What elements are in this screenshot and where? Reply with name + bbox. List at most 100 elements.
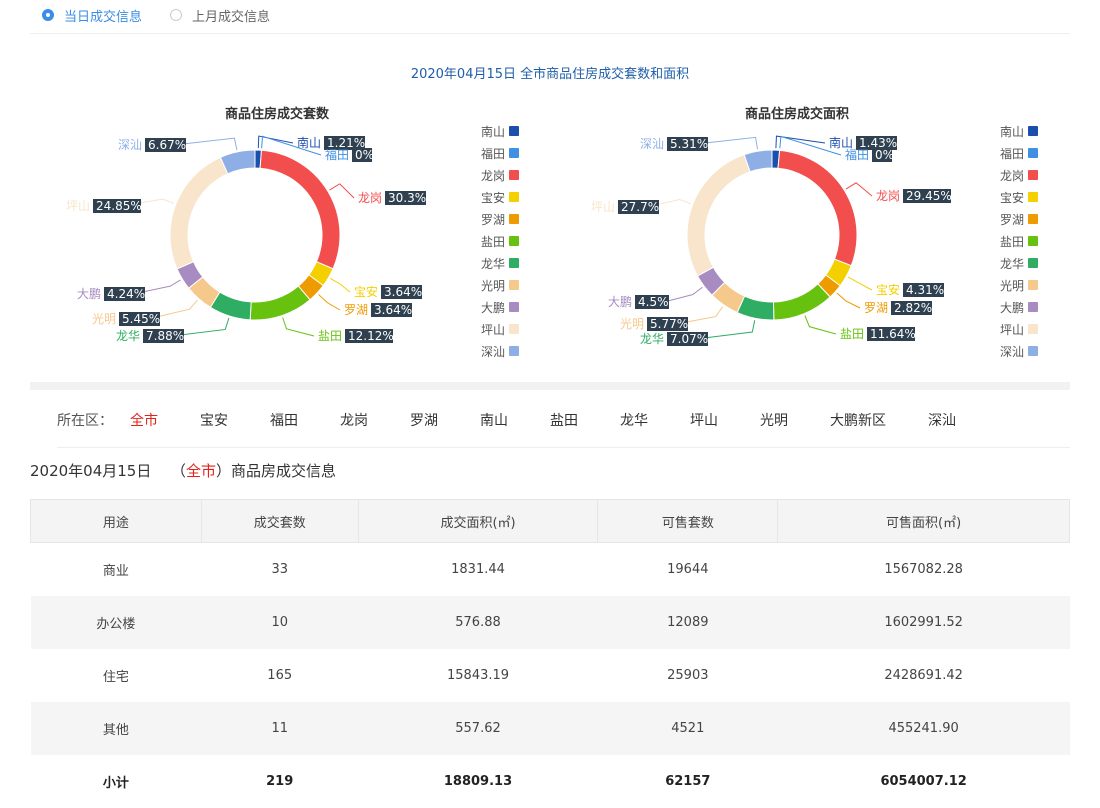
legend-item[interactable]: 龙华 (481, 257, 519, 271)
legend-item[interactable]: 龙岗 (481, 169, 519, 183)
legend-item[interactable]: 盐田 (1000, 235, 1038, 249)
legend-swatch (1028, 324, 1038, 334)
cell-deal-count: 165 (267, 668, 293, 683)
slice-label-value: 27.7% (621, 200, 659, 214)
legend-item[interactable]: 光明 (1000, 279, 1038, 293)
district-tab[interactable]: 光明 (760, 410, 788, 430)
slice-label: 坪山 27.7% (591, 200, 659, 214)
legend-item[interactable]: 南山 (1000, 124, 1038, 139)
slice-label-name: 光明 (620, 317, 644, 331)
slice-label-value: 4.5% (638, 295, 669, 309)
slice-label-name: 罗湖 (344, 302, 368, 317)
cell-avail-count: 12089 (597, 596, 778, 649)
radio-today[interactable]: 当日成交信息 (42, 6, 142, 25)
slice-label-name: 大鹏 (608, 295, 632, 309)
district-tab[interactable]: 坪山 (690, 410, 718, 430)
slice-label-value: 12.12% (348, 329, 394, 343)
donut-charts: 商品住房成交套数南山 1.21%福田 0%龙岗 30.3%宝安 3.64%罗湖 3.64%… (66, 106, 1038, 359)
radio-last-month-label: 上月成交信息 (192, 9, 271, 25)
cell-usage: 小计 (102, 776, 129, 791)
district-tab[interactable]: 全市 (130, 410, 158, 430)
legend-label: 罗湖 (481, 212, 505, 227)
legend-item[interactable]: 南山 (481, 124, 519, 139)
donut-slice[interactable] (249, 285, 311, 321)
slice-label-name: 盐田 (318, 329, 342, 343)
legend-swatch (509, 280, 519, 290)
donut-slice[interactable] (219, 149, 256, 175)
district-tabs: 全市 宝安 福田 龙岗 罗湖 南山 盐田 龙华 坪山 光明 大鹏新区 深汕 (130, 410, 1030, 430)
cell-deal-area: 15843.19 (447, 668, 510, 683)
radio-today-label: 当日成交信息 (64, 9, 143, 25)
legend-item[interactable]: 坪山 (481, 323, 519, 337)
legend-item[interactable]: 深汕 (481, 345, 519, 359)
legend-item[interactable]: 宝安 (1000, 190, 1038, 205)
legend-item[interactable]: 罗湖 (481, 212, 519, 227)
donut-slice[interactable] (772, 283, 831, 321)
legend-item[interactable]: 龙岗 (1000, 169, 1038, 183)
slice-label-value: 4.31% (906, 283, 944, 297)
table-title-date: 2020年04月15日 (30, 462, 152, 480)
slice-label-value: 3.64% (384, 285, 422, 299)
leader-line (836, 292, 861, 309)
legend-label: 光明 (481, 279, 505, 293)
cell-avail-count: 19644 (667, 562, 709, 577)
leader-line (318, 294, 341, 311)
legend-item[interactable]: 龙华 (1000, 257, 1038, 271)
legend-item[interactable]: 光明 (481, 279, 519, 293)
cell-avail-area: 6054007.12 (880, 774, 967, 789)
section-separator (30, 382, 1070, 390)
legend-item[interactable]: 深汕 (1000, 345, 1038, 359)
legend-swatch (509, 170, 519, 180)
district-tab[interactable]: 龙华 (620, 410, 648, 430)
legend-item[interactable]: 罗湖 (1000, 212, 1038, 227)
leader-line (329, 183, 355, 199)
legend-swatch (509, 346, 519, 356)
slice-label-value: 5.31% (670, 137, 708, 151)
legend-item[interactable]: 大鹏 (481, 301, 519, 315)
district-tab[interactable]: 宝安 (200, 410, 228, 430)
district-tab[interactable]: 龙岗 (340, 410, 368, 430)
legend-item[interactable]: 福田 (1000, 146, 1038, 161)
legend-label: 大鹏 (1000, 301, 1024, 315)
legend-item[interactable]: 福田 (481, 146, 519, 161)
district-tab[interactable]: 大鹏新区 (830, 410, 886, 430)
legend-item[interactable]: 盐田 (481, 235, 519, 249)
slice-label-name: 龙岗 (876, 189, 900, 203)
leader-line (257, 135, 294, 149)
legend-swatch (1028, 258, 1038, 268)
table-row: 办公楼 10 576.88 12089 1602991.52 (30, 596, 1070, 649)
donut-slice[interactable] (686, 154, 751, 277)
slice-label: 龙华 7.88% (116, 329, 184, 343)
cell-avail-area: 2428691.42 (884, 668, 963, 683)
legend-label: 龙岗 (1000, 169, 1024, 183)
cell-deal-area: 557.62 (358, 702, 598, 755)
district-tab[interactable]: 盐田 (550, 410, 578, 430)
slice-label-name: 盐田 (840, 327, 864, 341)
cell-deal-area: 1831.44 (451, 562, 505, 577)
district-tab[interactable]: 深汕 (928, 410, 956, 430)
slice-label-name: 坪山 (591, 200, 615, 214)
legend-swatch (509, 236, 519, 246)
table-total-row: 小计 219 18809.13 62157 6054007.12 (31, 755, 1070, 808)
district-tab[interactable]: 南山 (480, 410, 508, 430)
legend-item[interactable]: 大鹏 (1000, 301, 1038, 315)
legend-item[interactable]: 宝安 (481, 190, 519, 205)
donut-slice[interactable] (777, 149, 858, 267)
cell-avail-area: 455241.90 (777, 702, 1070, 755)
slice-label-name: 罗湖 (864, 300, 888, 315)
legend-label: 宝安 (1000, 190, 1024, 205)
donut-slice[interactable] (259, 149, 341, 270)
district-filter: 所在区： 全市 宝安 福田 龙岗 罗湖 南山 盐田 龙华 坪山 光明 大鹏新区 深汕 (57, 410, 1030, 430)
slice-label-value: 7.07% (670, 332, 708, 346)
slice-label-name: 坪山 (66, 199, 90, 213)
radio-last-month-indicator (170, 9, 183, 21)
slice-label-value: 4.24% (107, 287, 145, 301)
slice-label: 大鹏 4.5% (608, 295, 669, 309)
slice-label-name: 龙华 (116, 329, 140, 343)
district-tab[interactable]: 罗湖 (410, 410, 438, 430)
legend-item[interactable]: 坪山 (1000, 323, 1038, 337)
donut-slice[interactable] (169, 156, 229, 270)
divider-top (30, 33, 1070, 34)
district-tab[interactable]: 福田 (270, 410, 298, 430)
radio-last-month[interactable]: 上月成交信息 (170, 6, 270, 25)
